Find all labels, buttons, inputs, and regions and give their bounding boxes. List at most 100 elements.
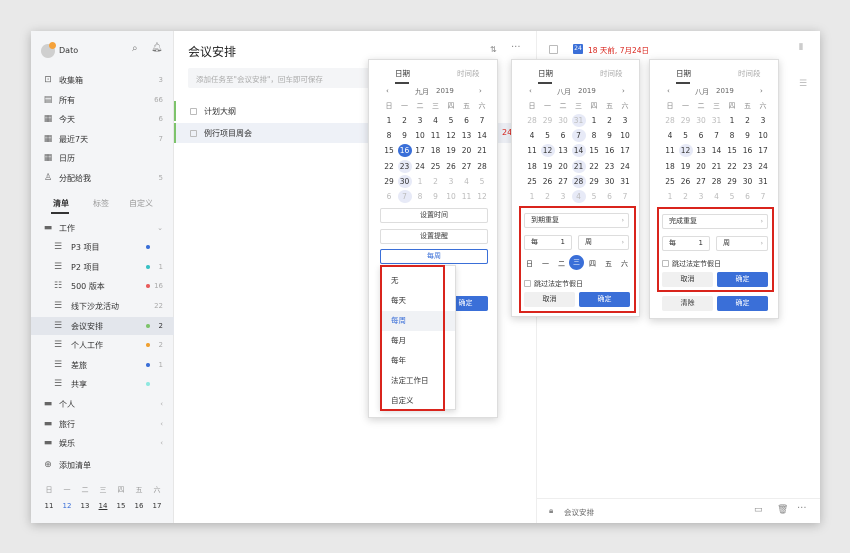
calendar-day[interactable]: 18 — [663, 160, 677, 173]
group-work[interactable]: ▬ 工作 ⌄ — [31, 219, 174, 237]
priority-icon[interactable]: ⦀ — [799, 43, 803, 53]
calendar-day[interactable]: 27 — [460, 160, 474, 173]
chevron-left-icon[interactable]: ‹ — [160, 400, 163, 408]
calendar-day[interactable]: 2 — [429, 175, 443, 188]
search-icon[interactable]: ⌕ — [132, 43, 138, 54]
calendar-day[interactable]: 30 — [741, 175, 755, 188]
calendar-day[interactable]: 1 — [413, 175, 427, 188]
calendar-day[interactable]: 9 — [429, 190, 443, 203]
calendar-day[interactable]: 4 — [663, 129, 677, 142]
calendar-day[interactable]: 11 — [525, 144, 539, 157]
calendar-day[interactable]: 12 — [540, 144, 555, 158]
calendar-day[interactable]: 16 — [397, 144, 412, 158]
calendar-day[interactable]: 6 — [382, 190, 396, 203]
calendar-day[interactable]: 3 — [413, 114, 427, 127]
calendar-day[interactable]: 6 — [460, 114, 474, 127]
prev-month-icon[interactable]: ‹ — [529, 87, 532, 95]
more-icon[interactable]: ··· — [511, 42, 521, 53]
calendar-day[interactable]: 22 — [587, 160, 601, 173]
list-item[interactable]: ☰ 线下沙龙活动 22 — [31, 297, 174, 315]
calendar-day[interactable]: 27 — [556, 175, 570, 188]
calendar-day[interactable]: 26 — [541, 175, 555, 188]
calendar-day[interactable]: 7 — [397, 190, 412, 203]
calendar-day[interactable]: 2 — [603, 114, 617, 127]
calendar-day[interactable]: 1 — [382, 114, 396, 127]
calendar-day[interactable]: 31 — [756, 175, 770, 188]
set-reminder-button[interactable]: 设置提醒 — [380, 229, 488, 244]
calendar-day[interactable]: 5 — [475, 175, 489, 188]
list-item[interactable]: ☷ 500 版本 16 — [31, 277, 174, 295]
tab-time-range[interactable]: 时间段 — [738, 68, 761, 79]
calendar-day[interactable]: 11 — [460, 190, 474, 203]
calendar-day[interactable]: 22 — [725, 160, 739, 173]
calendar-day[interactable]: 27 — [694, 175, 708, 188]
calendar-day[interactable]: 4 — [460, 175, 474, 188]
tab-tags[interactable]: 标签 — [93, 198, 109, 209]
calendar-day[interactable]: 4 — [710, 190, 724, 203]
calendar-day[interactable]: 2 — [679, 190, 693, 203]
list-item-selected[interactable]: ☰ 会议安排 2 — [31, 317, 174, 335]
calendar-day[interactable]: 19 — [679, 160, 693, 173]
calendar-day[interactable]: 30 — [397, 174, 412, 188]
calendar-day[interactable]: 20 — [460, 144, 474, 157]
prev-month-icon[interactable]: ‹ — [386, 87, 389, 95]
tab-time-range[interactable]: 时间段 — [600, 68, 623, 79]
list-item[interactable]: ☰ P3 项目 — [31, 238, 174, 256]
calendar-day[interactable]: 29 — [725, 175, 739, 188]
calendar-day[interactable]: 6 — [556, 129, 570, 142]
chevron-left-icon[interactable]: ‹ — [160, 420, 163, 428]
calendar-day[interactable]: 12 — [678, 144, 693, 158]
calendar-day[interactable]: 29 — [587, 175, 601, 188]
calendar-day[interactable]: 3 — [618, 114, 632, 127]
calendar-day[interactable]: 29 — [382, 175, 396, 188]
calendar-day[interactable]: 20 — [694, 160, 708, 173]
next-month-icon[interactable]: › — [479, 87, 482, 95]
calendar-day[interactable]: 28 — [663, 114, 677, 127]
calendar-day[interactable]: 16 — [741, 144, 755, 157]
task-checkbox[interactable] — [190, 108, 197, 115]
calendar-day[interactable]: 3 — [444, 175, 458, 188]
calendar-day[interactable]: 21 — [571, 159, 586, 173]
calendar-day[interactable]: 15 — [382, 144, 396, 157]
calendar-day[interactable]: 20 — [556, 160, 570, 173]
calendar-day[interactable]: 4 — [429, 114, 443, 127]
calendar-day[interactable]: 16 — [603, 144, 617, 157]
group-fun[interactable]: ▬ 娱乐 ‹ — [31, 434, 174, 452]
group-travel[interactable]: ▬ 旅行 ‹ — [31, 415, 174, 433]
calendar-day[interactable]: 10 — [756, 129, 770, 142]
repeat-select[interactable]: 每周 — [380, 249, 488, 264]
calendar-day[interactable]: 7 — [571, 129, 586, 143]
calendar-day[interactable]: 17 — [413, 144, 427, 157]
calendar-day[interactable]: 4 — [571, 190, 586, 203]
calendar-day[interactable]: 5 — [587, 190, 601, 203]
sidebar-item-assigned[interactable]: ♙ 分配给我 5 — [31, 169, 174, 187]
chevron-down-icon[interactable]: ⌄ — [157, 224, 163, 232]
calendar-day[interactable]: 9 — [398, 129, 412, 142]
calendar-day[interactable]: 6 — [603, 190, 617, 203]
calendar-day[interactable]: 9 — [741, 129, 755, 142]
tab-time-range[interactable]: 时间段 — [457, 68, 480, 79]
calendar-day[interactable]: 1 — [525, 190, 539, 203]
calendar-day[interactable]: 5 — [541, 129, 555, 142]
calendar-day[interactable]: 13 — [556, 144, 570, 157]
calendar-day[interactable]: 23 — [603, 160, 617, 173]
list-item[interactable]: ☰ 共享 — [31, 375, 174, 393]
calendar-day[interactable]: 1 — [587, 114, 601, 127]
calendar-day[interactable]: 23 — [741, 160, 755, 173]
trash-icon[interactable]: 🗑︎ — [777, 505, 788, 515]
calendar-day[interactable]: 18 — [429, 144, 443, 157]
calendar-day[interactable]: 31 — [571, 114, 586, 127]
calendar-day[interactable]: 13 — [460, 129, 474, 142]
calendar-day[interactable]: 15 — [725, 144, 739, 157]
calendar-day[interactable]: 7 — [618, 190, 632, 203]
tab-custom[interactable]: 自定义 — [129, 198, 153, 209]
group-personal[interactable]: ▬ 个人 ‹ — [31, 395, 174, 413]
calendar-day[interactable]: 12 — [475, 190, 489, 203]
task-checkbox[interactable] — [190, 130, 197, 137]
sidebar-item-calendar[interactable]: ▦ 日历 — [31, 149, 174, 167]
tab-date[interactable]: 日期 — [676, 68, 691, 79]
calendar-day[interactable]: 8 — [382, 129, 396, 142]
chevron-left-icon[interactable]: ‹ — [160, 439, 163, 447]
calendar-day[interactable]: 3 — [556, 190, 570, 203]
calendar-day[interactable]: 10 — [618, 129, 632, 142]
